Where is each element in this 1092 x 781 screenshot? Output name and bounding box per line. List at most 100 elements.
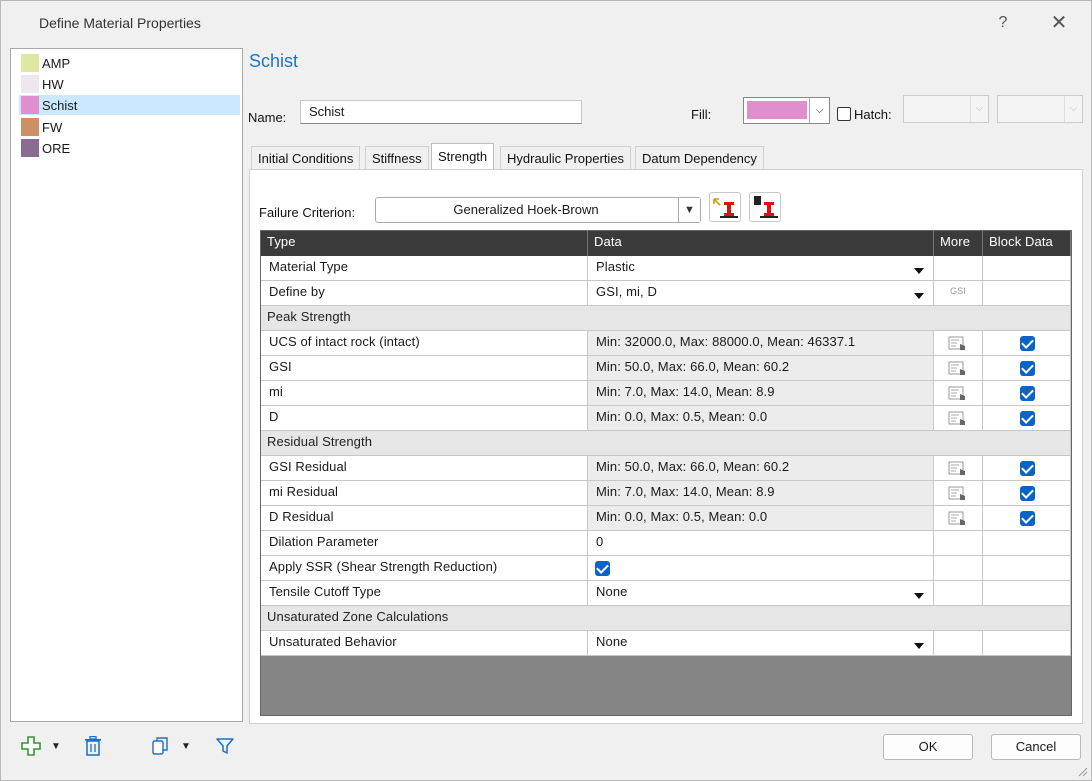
column-header-more: More xyxy=(934,231,983,256)
block-data-checkbox[interactable] xyxy=(1020,486,1035,501)
column-header-type: Type xyxy=(261,231,588,256)
row-type-label: GSI xyxy=(261,356,588,381)
block-data-cell xyxy=(983,531,1071,556)
material-type-select[interactable]: Plastic xyxy=(588,256,934,281)
more-cell xyxy=(934,631,983,656)
statistics-edit-icon[interactable] xyxy=(948,386,968,401)
more-cell: GSI xyxy=(934,281,983,306)
grid-row-d: D Min: 0.0, Max: 0.5, Mean: 0.0 xyxy=(261,406,1071,431)
block-data-checkbox[interactable] xyxy=(1020,336,1035,351)
dilation-parameter-input[interactable]: 0 xyxy=(588,531,934,556)
material-item-amp[interactable]: AMP xyxy=(19,53,240,73)
resize-grip-icon[interactable] xyxy=(1076,765,1088,777)
fill-color-swatch xyxy=(747,101,807,119)
statistics-edit-icon[interactable] xyxy=(948,411,968,426)
add-material-dropdown[interactable]: ▼ xyxy=(49,734,63,758)
block-data-cell xyxy=(983,381,1071,406)
block-data-checkbox[interactable] xyxy=(1020,386,1035,401)
grid-row-apply-ssr: Apply SSR (Shear Strength Reduction) xyxy=(261,556,1071,581)
gsi-chart-icon[interactable]: GSI xyxy=(945,287,971,296)
chevron-down-icon xyxy=(914,293,924,299)
row-data-value: Plastic xyxy=(596,259,635,274)
tab-strength[interactable]: Strength xyxy=(431,143,495,170)
trash-icon xyxy=(85,736,101,756)
row-data-value: Min: 0.0, Max: 0.5, Mean: 0.0 xyxy=(588,506,934,531)
block-data-cell xyxy=(983,406,1071,431)
hatch-color-select[interactable]: ⌵ xyxy=(997,95,1083,123)
section-label: Residual Strength xyxy=(261,431,1071,456)
grid-row-material-type: Material Type Plastic xyxy=(261,256,1071,281)
block-data-cell xyxy=(983,481,1071,506)
unsaturated-behavior-select[interactable]: None xyxy=(588,631,934,656)
block-data-cell xyxy=(983,581,1071,606)
dialog-title: Define Material Properties xyxy=(39,15,201,31)
strength-import-icon xyxy=(713,198,738,218)
add-material-button[interactable] xyxy=(19,734,43,758)
tensile-cutoff-select[interactable]: None xyxy=(588,581,934,606)
cancel-button[interactable]: Cancel xyxy=(991,734,1081,760)
row-data-value: None xyxy=(596,584,628,599)
row-type-label: Unsaturated Behavior xyxy=(261,631,588,656)
grid-section-unsaturated-zone: Unsaturated Zone Calculations xyxy=(261,606,1071,631)
close-button[interactable]: ✕ xyxy=(1037,9,1081,39)
more-cell xyxy=(934,556,983,581)
chevron-down-icon: ▼ xyxy=(678,198,700,222)
tab-stiffness[interactable]: Stiffness xyxy=(365,146,429,170)
failure-criterion-select[interactable]: Generalized Hoek-Brown ▼ xyxy=(375,197,701,223)
grid-row-mi: mi Min: 7.0, Max: 14.0, Mean: 8.9 xyxy=(261,381,1071,406)
define-by-select[interactable]: GSI, mi, D xyxy=(588,281,934,306)
fill-color-picker[interactable]: ⌵ xyxy=(743,97,830,124)
statistics-edit-icon[interactable] xyxy=(948,511,968,526)
copy-strength-button[interactable] xyxy=(749,192,781,222)
material-color-swatch xyxy=(21,96,39,114)
column-header-block-data: Block Data xyxy=(983,231,1071,256)
import-strength-button[interactable] xyxy=(709,192,741,222)
hatch-pattern-select[interactable]: ⌵ xyxy=(903,95,989,123)
more-cell xyxy=(934,381,983,406)
apply-ssr-checkbox[interactable] xyxy=(595,561,610,576)
tab-initial-conditions[interactable]: Initial Conditions xyxy=(251,146,361,170)
statistics-edit-icon[interactable] xyxy=(948,361,968,376)
strength-copy-icon xyxy=(754,196,778,218)
tab-datum-dependency[interactable]: Datum Dependency xyxy=(635,146,764,170)
grid-row-unsaturated-behavior: Unsaturated Behavior None xyxy=(261,631,1071,656)
material-item-fw[interactable]: FW xyxy=(19,117,240,137)
chevron-down-icon: ▼ xyxy=(51,740,61,752)
block-data-checkbox[interactable] xyxy=(1020,461,1035,476)
failure-criterion-value: Generalized Hoek-Brown xyxy=(453,202,599,217)
block-data-checkbox[interactable] xyxy=(1020,411,1035,426)
statistics-edit-icon[interactable] xyxy=(948,336,968,351)
statistics-edit-icon[interactable] xyxy=(948,486,968,501)
material-item-hw[interactable]: HW xyxy=(19,74,240,94)
grid-row-gsi: GSI Min: 50.0, Max: 66.0, Mean: 60.2 xyxy=(261,356,1071,381)
material-label: AMP xyxy=(42,55,71,71)
block-data-checkbox[interactable] xyxy=(1020,511,1035,526)
name-label: Name: xyxy=(248,110,287,125)
copy-icon xyxy=(152,737,168,755)
material-item-ore[interactable]: ORE xyxy=(19,138,240,158)
statistics-edit-icon[interactable] xyxy=(948,461,968,476)
ok-button[interactable]: OK xyxy=(883,734,973,760)
row-type-label: GSI Residual xyxy=(261,456,588,481)
filter-button[interactable] xyxy=(213,734,237,758)
row-type-label: D Residual xyxy=(261,506,588,531)
block-data-checkbox[interactable] xyxy=(1020,361,1035,376)
row-data-value: Min: 32000.0, Max: 88000.0, Mean: 46337.… xyxy=(588,331,934,356)
row-type-label: D xyxy=(261,406,588,431)
name-input[interactable]: Schist xyxy=(300,100,582,124)
grid-row-tensile-cutoff-type: Tensile Cutoff Type None xyxy=(261,581,1071,606)
help-button[interactable]: ? xyxy=(981,9,1025,39)
delete-material-button[interactable] xyxy=(81,734,105,758)
tab-hydraulic-properties[interactable]: Hydraulic Properties xyxy=(500,146,632,170)
more-cell xyxy=(934,256,983,281)
column-header-data: Data xyxy=(588,231,934,256)
material-color-swatch xyxy=(21,54,39,72)
hatch-checkbox[interactable] xyxy=(837,107,851,121)
copy-material-button[interactable] xyxy=(149,734,173,758)
material-item-schist[interactable]: Schist xyxy=(19,95,240,115)
grid-row-mi-residual: mi Residual Min: 7.0, Max: 14.0, Mean: 8… xyxy=(261,481,1071,506)
material-list[interactable]: AMP HW Schist FW ORE xyxy=(10,48,243,722)
grid-header: Type Data More Block Data xyxy=(261,231,1071,256)
more-cell xyxy=(934,481,983,506)
copy-material-dropdown[interactable]: ▼ xyxy=(179,734,193,758)
